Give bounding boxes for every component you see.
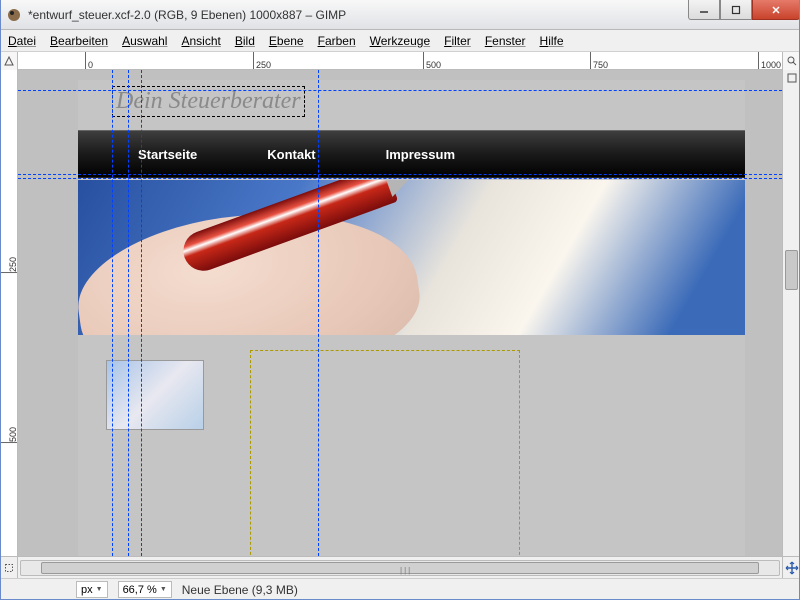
zoom-fit-button[interactable] — [782, 52, 800, 70]
unit-label: px — [81, 584, 93, 596]
status-bar: px ▼ 66,7 % ▼ Neue Ebene (9,3 MB) — [0, 578, 800, 600]
menu-ansicht[interactable]: Ansicht — [181, 34, 220, 48]
menu-datei[interactable]: Datei — [8, 34, 36, 48]
image-canvas[interactable]: Dein Steuerberater Startseite Kontakt Im… — [78, 80, 745, 556]
ruler-row: 0 250 500 750 1000 — [0, 52, 800, 70]
menu-ebene[interactable]: Ebene — [269, 34, 304, 48]
ruler-vertical[interactable]: 250 500 — [0, 70, 18, 556]
canvas-area[interactable]: Dein Steuerberater Startseite Kontakt Im… — [18, 70, 782, 556]
design-heading: Dein Steuerberater — [116, 88, 301, 115]
menu-bild[interactable]: Bild — [235, 34, 255, 48]
minimize-button[interactable] — [688, 0, 720, 20]
window-titlebar: *entwurf_steuer.xcf-2.0 (RGB, 9 Ebenen) … — [0, 0, 800, 30]
menu-werkzeuge[interactable]: Werkzeuge — [370, 34, 430, 48]
app-icon — [6, 7, 22, 23]
quickmask-icon[interactable] — [783, 70, 800, 86]
menu-auswahl[interactable]: Auswahl — [122, 34, 167, 48]
close-button[interactable] — [752, 0, 800, 20]
ruler-tick: 500 — [0, 425, 18, 443]
vertical-scrollbar[interactable] — [785, 250, 798, 290]
ruler-origin-toggle[interactable] — [0, 52, 18, 70]
horizontal-scrollbar[interactable]: ||| — [20, 560, 780, 576]
menu-bearbeiten[interactable]: Bearbeiten — [50, 34, 108, 48]
ruler-tick: 0 — [85, 52, 93, 69]
bottom-scroll-row: ||| — [0, 556, 800, 578]
dropdown-icon: ▼ — [160, 586, 167, 593]
zoom-value: 66,7 % — [123, 584, 157, 596]
design-hero-image — [78, 180, 745, 335]
layer-boundary — [250, 350, 520, 556]
menu-filter[interactable]: Filter — [444, 34, 471, 48]
ruler-tick: 1000 — [758, 52, 781, 69]
nav-kontakt: Kontakt — [267, 147, 315, 162]
nav-impressum: Impressum — [386, 147, 455, 162]
menu-farben[interactable]: Farben — [318, 34, 356, 48]
quickmask-toggle[interactable] — [0, 557, 18, 579]
layer-status-text: Neue Ebene (9,3 MB) — [182, 583, 298, 597]
design-navbar: Startseite Kontakt Impressum — [78, 130, 745, 178]
menu-hilfe[interactable]: Hilfe — [540, 34, 564, 48]
design-thumbnail — [106, 360, 204, 430]
ruler-tick: 250 — [253, 52, 271, 69]
menu-fenster[interactable]: Fenster — [485, 34, 526, 48]
right-scrollbar-area — [782, 70, 800, 556]
maximize-button[interactable] — [720, 0, 752, 20]
ruler-tick: 750 — [590, 52, 608, 69]
ruler-horizontal[interactable]: 0 250 500 750 1000 — [18, 52, 782, 69]
navigation-icon[interactable] — [782, 557, 800, 579]
ruler-tick: 500 — [423, 52, 441, 69]
ruler-tick: 250 — [0, 255, 18, 273]
window-title: *entwurf_steuer.xcf-2.0 (RGB, 9 Ebenen) … — [28, 8, 794, 22]
zoom-selector[interactable]: 66,7 % ▼ — [118, 581, 172, 598]
dropdown-icon: ▼ — [96, 586, 103, 593]
nav-startseite: Startseite — [138, 147, 197, 162]
menu-bar: Datei Bearbeiten Auswahl Ansicht Bild Eb… — [0, 30, 800, 52]
unit-selector[interactable]: px ▼ — [76, 581, 108, 598]
